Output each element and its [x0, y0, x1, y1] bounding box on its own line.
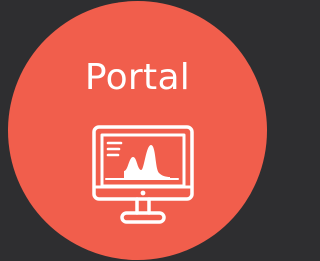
portal-tile-button[interactable]: Portal [8, 1, 267, 260]
monitor-chart-icon [92, 125, 194, 224]
portal-label: Portal [84, 57, 191, 98]
